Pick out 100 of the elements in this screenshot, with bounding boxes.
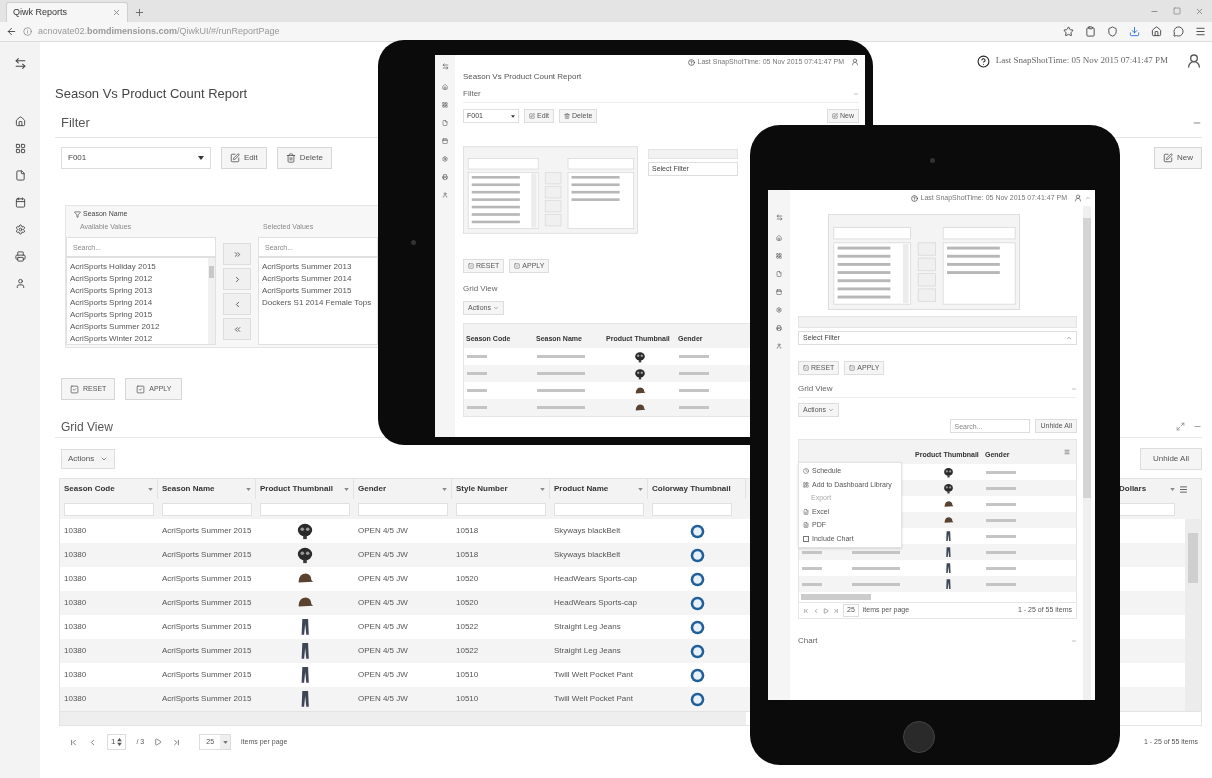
avatar-icon[interactable]	[1186, 53, 1202, 69]
column-filter-field[interactable]	[1119, 502, 1175, 516]
column-header[interactable]: Colorway Thumbnail	[652, 483, 731, 495]
vertical-scrollbar[interactable]	[1083, 206, 1091, 700]
list-item[interactable]: AcriSports Summer 2013	[262, 261, 352, 273]
actions-button[interactable]: Actions	[61, 449, 116, 469]
list-item[interactable]: AcriSports Summer 2012	[70, 321, 160, 333]
list-item[interactable]: AcriSports Holiday 2015	[70, 261, 156, 273]
sort-caret-icon[interactable]	[148, 487, 153, 491]
first-page-icon[interactable]	[69, 737, 78, 747]
previous-page-icon[interactable]	[88, 737, 97, 747]
file-icon[interactable]	[14, 170, 26, 181]
bookmark-star-icon[interactable]	[1063, 26, 1074, 37]
column-filter-field[interactable]	[64, 502, 154, 516]
column-filter-field[interactable]	[652, 502, 732, 516]
column-header[interactable]: Product Name	[554, 483, 609, 495]
chat-icon[interactable]	[1173, 26, 1184, 37]
list-item[interactable]: AcriSports Summer 2014	[262, 273, 352, 285]
saved-filter-dropdown[interactable]: F001	[61, 147, 211, 169]
column-filter-field[interactable]	[554, 502, 644, 516]
page-field[interactable]: 1	[107, 734, 127, 750]
user-icon[interactable]	[442, 192, 448, 198]
horizontal-scrollbar[interactable]	[801, 594, 871, 600]
settings-icon[interactable]	[776, 307, 782, 313]
calendar-icon[interactable]	[442, 138, 448, 144]
settings-icon[interactable]	[14, 224, 26, 235]
delete-button[interactable]: Delete	[276, 147, 332, 169]
home-icon[interactable]	[14, 116, 26, 127]
column-header[interactable]: Dollars	[1119, 483, 1147, 495]
list-item[interactable]: AcriSports Spring 2013	[70, 285, 153, 297]
swap-icon[interactable]	[775, 214, 783, 221]
column-filter-field[interactable]	[260, 502, 350, 516]
column-header[interactable]: Season Name	[162, 483, 215, 495]
sort-caret-icon[interactable]	[638, 487, 643, 491]
swap-icon[interactable]	[441, 63, 449, 70]
close-icon[interactable]	[1195, 7, 1204, 16]
horizontal-scrollbar[interactable]	[60, 712, 746, 725]
previous-page-icon[interactable]	[813, 607, 819, 614]
swap-icon[interactable]	[13, 57, 27, 70]
grid-icon[interactable]	[776, 253, 782, 259]
printer-icon[interactable]	[442, 174, 448, 180]
file-icon[interactable]	[442, 120, 448, 126]
list-item[interactable]: AcriSports Winter 2012	[70, 333, 153, 345]
shield-icon[interactable]	[1107, 26, 1118, 37]
edit-button[interactable]: Edit	[221, 147, 267, 169]
home-button[interactable]	[903, 721, 935, 753]
maximize-icon[interactable]	[1173, 7, 1181, 15]
menu-icon[interactable]	[1195, 26, 1206, 37]
column-header[interactable]: Season Code	[64, 483, 115, 495]
scrollbar[interactable]	[208, 258, 215, 344]
column-menu-icon[interactable]	[1179, 484, 1188, 494]
avatar-icon[interactable]	[851, 58, 859, 66]
clipboard-icon[interactable]	[1085, 26, 1096, 37]
list-item[interactable]: AcriSports Summer 2015	[262, 285, 352, 297]
sort-caret-icon[interactable]	[540, 487, 545, 491]
column-filter-field[interactable]	[358, 502, 448, 516]
next-page-icon[interactable]	[823, 607, 829, 614]
column-header[interactable]: Product Thumbnail	[260, 483, 333, 495]
new-tab-icon[interactable]	[134, 7, 145, 18]
back-icon[interactable]	[6, 26, 17, 37]
close-icon[interactable]	[112, 8, 121, 17]
collapse-icon[interactable]	[1085, 195, 1091, 201]
settings-icon[interactable]	[442, 156, 448, 162]
printer-icon[interactable]	[14, 251, 26, 262]
last-page-icon[interactable]	[172, 737, 182, 747]
list-item[interactable]: AcriSports Spring 2012	[70, 273, 153, 285]
list-item[interactable]: AcriSports Spring 2015	[70, 309, 153, 321]
vertical-scrollbar[interactable]	[1185, 519, 1201, 711]
move-button[interactable]	[223, 318, 251, 340]
list-item[interactable]: Dockers S1 2014 Female Tops	[262, 297, 372, 309]
sort-caret-icon[interactable]	[442, 487, 447, 491]
grid-icon[interactable]	[442, 102, 448, 108]
last-page-icon[interactable]	[833, 607, 839, 614]
info-icon[interactable]	[23, 27, 32, 36]
unhide-all-button[interactable]: Unhide All	[1139, 448, 1202, 470]
column-filter-field[interactable]	[456, 502, 546, 516]
column-filter-field[interactable]	[162, 502, 252, 516]
user-icon[interactable]	[776, 343, 782, 349]
avatar-icon[interactable]	[1074, 194, 1082, 202]
calendar-icon[interactable]	[776, 289, 782, 295]
file-icon[interactable]	[776, 271, 782, 277]
sort-caret-icon[interactable]	[246, 487, 251, 491]
help-icon[interactable]	[976, 54, 990, 68]
sort-caret-icon[interactable]	[1170, 487, 1175, 491]
download-icon[interactable]	[1129, 26, 1140, 37]
next-page-icon[interactable]	[154, 738, 163, 746]
grid-icon[interactable]	[14, 143, 26, 154]
new-button[interactable]: New	[1154, 147, 1202, 169]
sort-caret-icon[interactable]	[344, 487, 349, 491]
column-header[interactable]: Gender	[358, 483, 386, 495]
home-icon[interactable]	[1151, 26, 1162, 37]
user-icon[interactable]	[14, 278, 26, 289]
column-header[interactable]: Style Number	[456, 483, 508, 495]
first-page-icon[interactable]	[803, 607, 809, 614]
checkbox[interactable]	[803, 535, 809, 542]
selected-values-list[interactable]: AcriSports Summer 2013 AcriSports Summer 2014 AcriSports Summer 2015 Dockers S1 2014 Female Tops	[258, 257, 378, 345]
expand-icon[interactable]	[1176, 422, 1185, 431]
printer-icon[interactable]	[776, 325, 782, 331]
browser-tab[interactable]: Qiwk Reports	[6, 2, 128, 22]
calendar-icon[interactable]	[14, 197, 26, 208]
